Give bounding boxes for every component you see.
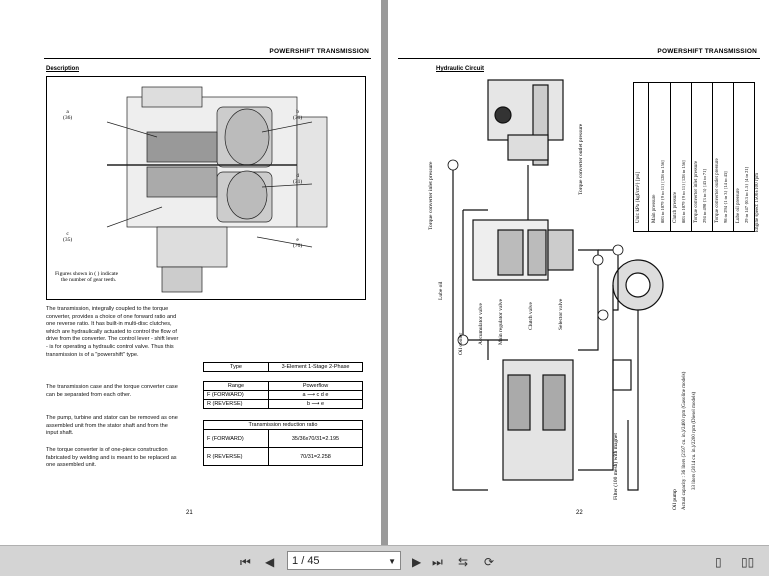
first-page-icon[interactable]: ⏮ [240, 555, 251, 570]
pressure-value-d: 98 to 294 {1 to 3} [14 to 43] [723, 171, 728, 223]
label-lube-oil: Lube oil [438, 281, 444, 300]
callout-b: b (31) [293, 109, 303, 121]
page-21: POWERSHIFT TRANSMISSION Description a (3… [0, 0, 381, 545]
section-title: Description [46, 66, 80, 72]
pressure-row-c: Torque converter inlet pressure 294 to 4… [691, 83, 713, 231]
last-page-icon[interactable]: ⏭ [432, 555, 443, 570]
pressure-name-d: Torque converter outlet pressure [715, 158, 720, 223]
page-number: 21 [186, 510, 193, 516]
callout-e: e (70) [293, 237, 303, 249]
label-filter: Filter (100 mesh) with magnet [613, 433, 619, 500]
pressure-name-e: Lube oil pressure [736, 188, 741, 223]
pressure-value-c: 294 to 490 {3 to 5} [43 to 71] [702, 169, 707, 223]
label-oil-pump: Oil pump [672, 489, 678, 510]
transmission-cross-section-figure: a (36) b (31) d (31) c (35) e (70) Figur… [46, 76, 366, 300]
pressure-name-c: Torque converter inlet pressure [694, 160, 699, 223]
type-value: 3-Element 1-Stage 2-Phase [268, 362, 363, 372]
previous-page-icon[interactable]: ◀ [265, 555, 274, 569]
label-selector-valve: Selector valve [558, 298, 564, 330]
label-clutch-valve: Clutch valve [528, 302, 534, 330]
ratio-forward: 35/36x70/31=2.195 [268, 429, 363, 448]
flow-reverse: b ⟶ e [268, 399, 363, 409]
transmission-drawing [106, 86, 328, 293]
page-separator: / [301, 555, 305, 567]
powerflow-header: Powerflow [268, 381, 363, 391]
range-reverse: R (REVERSE) [203, 399, 269, 409]
chevron-down-icon: ▼ [388, 557, 396, 566]
next-page-icon[interactable]: ▶ [412, 555, 421, 569]
ratio-range-reverse: R (REVERSE) [203, 447, 269, 466]
pressure-name-b: Clutch pressure [673, 191, 678, 223]
label-main-regulator-valve: Main regulator valve [498, 298, 504, 345]
paragraph-1: The transmission, integrally coupled to … [46, 306, 179, 358]
label-oil-cooler: Oil cooler [458, 332, 464, 355]
fit-page-icon[interactable]: ⇆ [458, 555, 468, 569]
single-page-view-icon[interactable]: ▯ [715, 555, 722, 569]
range-table: Range Powerflow F (FORWARD) a ⟶ c d e R … [203, 381, 363, 409]
callout-d: d (31) [293, 173, 303, 185]
range-forward: F (FORWARD) [203, 390, 269, 400]
pressure-row-d: Torque converter outlet pressure 98 to 2… [712, 83, 734, 231]
page-header: POWERSHIFT TRANSMISSION [269, 48, 369, 55]
paragraph-3: The pump, turbine and stator can be remo… [46, 415, 178, 437]
page-22: POWERSHIFT TRANSMISSION Hydraulic Circui… [388, 0, 769, 545]
pressure-value-b: 883 to 1079 {9 to 11} [128 to 156] [681, 160, 686, 223]
ratio-range-forward: F (FORWARD) [203, 429, 269, 448]
ratio-header: Transmission reduction ratio [203, 420, 363, 430]
current-page: 1 [292, 555, 299, 567]
label-torque-converter-outlet-pressure: Torque converter outlet pressure [578, 123, 584, 195]
page-selector[interactable]: 1 / 45 ▼ [287, 551, 401, 570]
rotate-icon[interactable]: ⟳ [484, 555, 494, 569]
label-accumulator-valve: Accumulator valve [478, 303, 484, 345]
callout-c: c (35) [63, 231, 73, 243]
two-page-view-icon[interactable]: ▯▯ [741, 555, 754, 569]
pressure-rows: Main pressure 883 to 1079 {9 to 11} [128… [648, 83, 754, 231]
total-pages: 45 [307, 555, 320, 567]
type-label: Type [203, 362, 269, 372]
pressure-value-a: 883 to 1079 {9 to 11} [128 to 156] [660, 160, 665, 223]
pressure-row-b: Clutch pressure 883 to 1079 {9 to 11} [1… [670, 83, 692, 231]
page-header: POWERSHIFT TRANSMISSION [657, 48, 757, 55]
label-pump-capacity-diesel: 33 liters (2014 cu. in.)/2200 rpm (Diese… [692, 391, 697, 490]
pressure-row-e: Lube oil pressure 29 to 147 {0.3 to 1.5}… [733, 83, 754, 231]
pressure-unit: Unit: kPa {kgf/cm²} [psi] [636, 171, 641, 223]
label-pump-capacity: Actual capacity : 36 liters (2197 cu. in… [682, 371, 687, 510]
pressure-table: Unit: kPa {kgf/cm²} [psi] Main pressure … [633, 82, 755, 232]
type-table: Type 3-Element 1-Stage 2-Phase [203, 362, 363, 372]
pressure-row-a: Main pressure 883 to 1079 {9 to 11} [128… [649, 83, 671, 231]
paragraph-4: The torque converter is of one-piece con… [46, 447, 177, 469]
flow-forward: a ⟶ c d e [268, 390, 363, 400]
ratio-reverse: 70/31=2.258 [268, 447, 363, 466]
header-rule [44, 58, 371, 59]
page-number: 22 [576, 510, 583, 516]
pressure-name-a: Main pressure [652, 194, 657, 223]
pdf-toolbar: ⏮ ◀ 1 / 45 ▼ ▶ ⏭ ⇆ ⟳ ▯ ▯▯ [0, 545, 769, 576]
header-rule [398, 58, 760, 59]
callout-a: a (36) [63, 109, 73, 121]
document-viewer: POWERSHIFT TRANSMISSION Description a (3… [0, 0, 769, 545]
pressure-value-e: 29 to 147 {0.3 to 1.5} [4 to 21] [744, 166, 749, 223]
paragraph-2: The transmission case and the torque con… [46, 384, 178, 398]
label-torque-converter-inlet-pressure: Torque converter inlet pressure [428, 161, 434, 231]
pressure-footnote: Engine speed: 1500±100 rpm [755, 173, 760, 232]
ratio-table: Transmission reduction ratio F (FORWARD)… [203, 420, 363, 466]
range-header: Range [203, 381, 269, 391]
figure-note: Figures shown in ( ) indicate the number… [55, 271, 119, 283]
